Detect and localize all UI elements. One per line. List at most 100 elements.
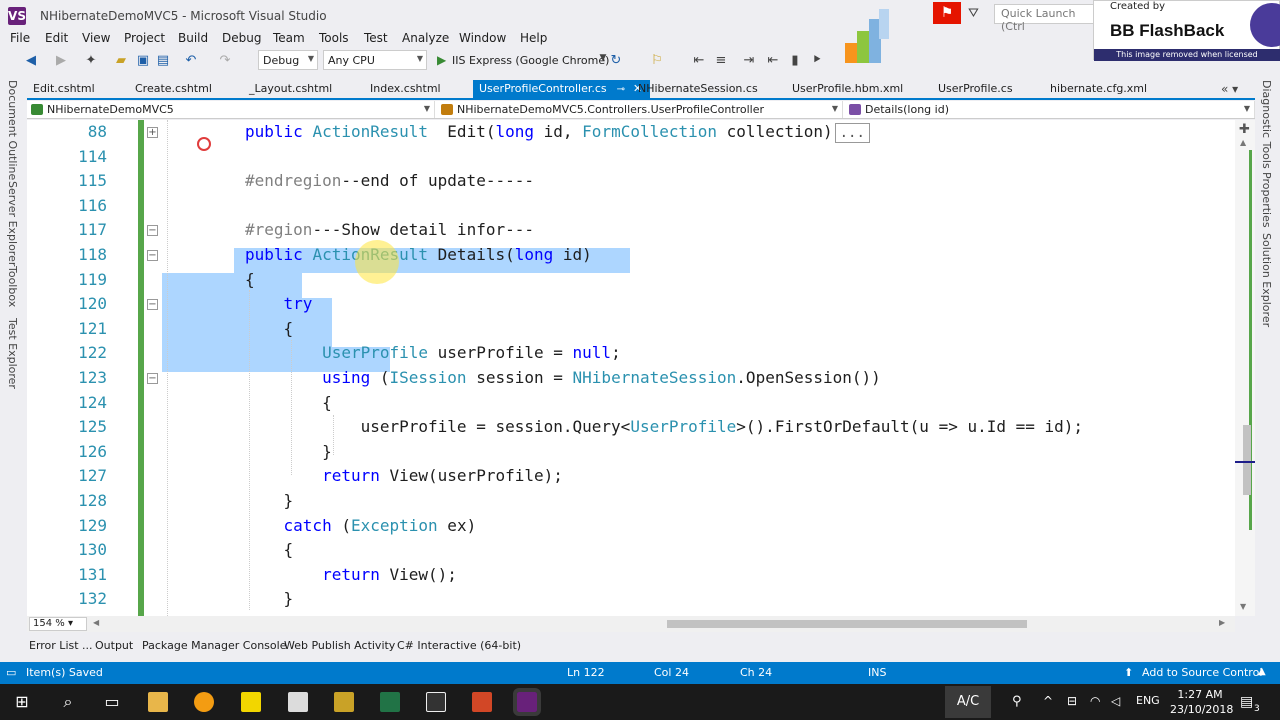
save-icon[interactable]: ▣ [134,53,152,68]
collapse-icon[interactable]: − [147,373,158,384]
scroll-left-icon[interactable]: ◀ [93,618,99,627]
side-tab-toolbox[interactable]: Toolbox [6,266,19,307]
volume-icon[interactable]: ◁ [1111,694,1120,708]
menu-view[interactable]: View [82,31,110,45]
code-line[interactable]: 127 return View(userProfile); [27,464,1235,489]
tab-hibernate-cfg-xml[interactable]: hibernate.cfg.xml [1050,82,1147,95]
tab-nhibernatesession-cs[interactable]: NHibernateSession.cs [638,82,758,95]
side-tab-server-explorer[interactable]: Server Explorer [6,181,19,266]
movie-maker-icon[interactable] [426,692,446,712]
undo-icon[interactable]: ↶ [182,53,200,68]
indent-icon[interactable]: ⇤ [764,53,782,68]
tab-userprofile-hbm-xml[interactable]: UserProfile.hbm.xml [792,82,903,95]
menu-tools[interactable]: Tools [319,31,349,45]
collapse-icon[interactable]: − [147,299,158,311]
step-into-icon[interactable]: ⇤ [690,53,708,68]
side-tab-solution-explorer[interactable]: Solution Explorer [1260,233,1273,327]
tab-create-cshtml[interactable]: Create.cshtml [135,82,212,95]
platform-dropdown[interactable]: Any CPU ▼ [323,50,427,70]
file-explorer-icon[interactable] [148,692,168,712]
snipping-app-icon[interactable] [194,692,214,712]
code-line[interactable]: 129 catch (Exception ex) [27,514,1235,539]
class-dropdown[interactable]: NHibernateDemoMVC5.Controllers.UserProfi… [437,101,843,118]
bottom-tab-web-publish-activity[interactable]: Web Publish Activity [284,639,395,652]
menu-edit[interactable]: Edit [45,31,68,45]
refresh-icon[interactable]: ↻ [607,53,625,68]
side-tab-document-outline[interactable]: Document Outline [6,80,19,180]
side-tab-properties[interactable]: Properties [1260,172,1273,228]
menu-window[interactable]: Window [459,31,506,45]
comment-icon[interactable]: ≡ [712,53,730,68]
bookmark-next-icon[interactable]: ⯈ [808,53,826,68]
feedback-flag-icon[interactable]: ⚑ [933,2,961,24]
split-window-icon[interactable]: ✚ [1239,122,1250,137]
vertical-scrollbar[interactable]: ✚ ▲ ▼ [1235,120,1255,616]
code-line[interactable]: 121 { [27,317,1235,342]
collapse-icon[interactable]: − [147,250,158,261]
horizontal-scrollbar[interactable]: 154 % ▾ ◀ ▶ [27,616,1235,632]
filter-icon[interactable]: ⛛ [968,6,986,22]
menu-debug[interactable]: Debug [222,31,261,45]
scroll-right-icon[interactable]: ▶ [1219,618,1225,627]
bottom-tab-package-manager-console[interactable]: Package Manager Console [142,639,286,652]
configuration-dropdown[interactable]: Debug ▼ [258,50,318,70]
project-dropdown[interactable]: NHibernateDemoMVC5 ▼ [27,101,435,118]
zoom-level-dropdown[interactable]: 154 % ▾ [29,617,87,631]
forward-icon[interactable]: ▶ [52,53,70,68]
run-target-label[interactable]: IIS Express (Google Chrome) [452,54,609,67]
clock[interactable]: 1:27 AM 23/10/2018 [1170,687,1233,717]
tab-index-cshtml[interactable]: Index.cshtml [370,82,441,95]
upload-icon[interactable]: ⬆ [1124,666,1133,679]
code-line[interactable]: 119 { [27,268,1235,293]
add-to-source-control[interactable]: Add to Source Control [1142,666,1262,679]
ac-indicator[interactable]: A/C [945,686,991,718]
scroll-down-icon[interactable]: ▼ [1240,602,1246,611]
ftp-app-icon[interactable] [334,692,354,712]
bookmark-icon[interactable]: ▮ [786,53,804,68]
chevron-up-icon[interactable]: ▲ [1258,666,1266,677]
collapse-icon[interactable]: − [147,225,158,237]
wifi-icon[interactable]: ◠ [1090,694,1100,708]
code-line[interactable]: 131 return View(); [27,563,1235,588]
code-line[interactable]: 126 } [27,440,1235,465]
outdent-icon[interactable]: ⇥ [740,53,758,68]
code-line[interactable]: 124 { [27,391,1235,416]
breakpoint-indicator-icon[interactable] [197,137,211,151]
menu-test[interactable]: Test [364,31,388,45]
code-line[interactable]: 123 − using (ISession session = NHibernat… [27,366,1235,391]
menu-analyze[interactable]: Analyze [402,31,449,45]
tab-edit-cshtml[interactable]: Edit.cshtml [33,82,95,95]
member-dropdown[interactable]: Details(long id) ▼ [845,101,1255,118]
menu-team[interactable]: Team [273,31,305,45]
notes-app-icon[interactable] [288,692,308,712]
save-all-icon[interactable]: ▤ [154,53,172,68]
bottom-tab-csharp-interactive[interactable]: C# Interactive (64-bit) [397,639,521,652]
people-icon[interactable]: ⚲ [1012,694,1022,709]
new-project-icon[interactable]: ✦ [82,53,100,68]
code-line[interactable]: 125 userProfile = session.Query<UserProf… [27,415,1235,440]
menu-file[interactable]: File [10,31,30,45]
quick-launch-input[interactable]: Quick Launch (Ctrl [994,4,1094,33]
chevron-up-icon[interactable]: ^ [1043,694,1053,708]
tab-userprofilecontroller-cs[interactable]: UserProfileController.cs ⊸ ✕ [473,80,651,98]
menu-help[interactable]: Help [520,31,547,45]
powerpoint-icon[interactable] [472,692,492,712]
language-indicator[interactable]: ENG [1136,694,1160,707]
code-line[interactable]: 128 } [27,489,1235,514]
network-icon[interactable]: ⊟ [1067,694,1077,708]
code-line[interactable]: 122 UserProfile userProfile = null; [27,341,1235,366]
excel-icon[interactable] [380,692,400,712]
menu-build[interactable]: Build [178,31,208,45]
sticky-notes-icon[interactable] [241,692,261,712]
side-tab-diagnostic-tools[interactable]: Diagnostic Tools [1260,80,1273,169]
expand-icon[interactable]: + [147,127,158,138]
visual-studio-taskbar-icon[interactable] [513,688,541,716]
code-line[interactable]: 116 [27,194,1235,219]
side-tab-test-explorer[interactable]: Test Explorer [6,318,19,389]
code-editor[interactable]: 88 + public ActionResult Edit(long id, For… [27,120,1235,616]
tab-overflow-icon[interactable]: « ▾ [1221,82,1238,96]
tab-layout-cshtml[interactable]: _Layout.cshtml [249,82,332,95]
horizontal-scroll-thumb[interactable] [667,620,1027,628]
code-line[interactable]: 120 − try [27,292,1235,317]
redo-icon[interactable]: ↷ [216,53,234,68]
